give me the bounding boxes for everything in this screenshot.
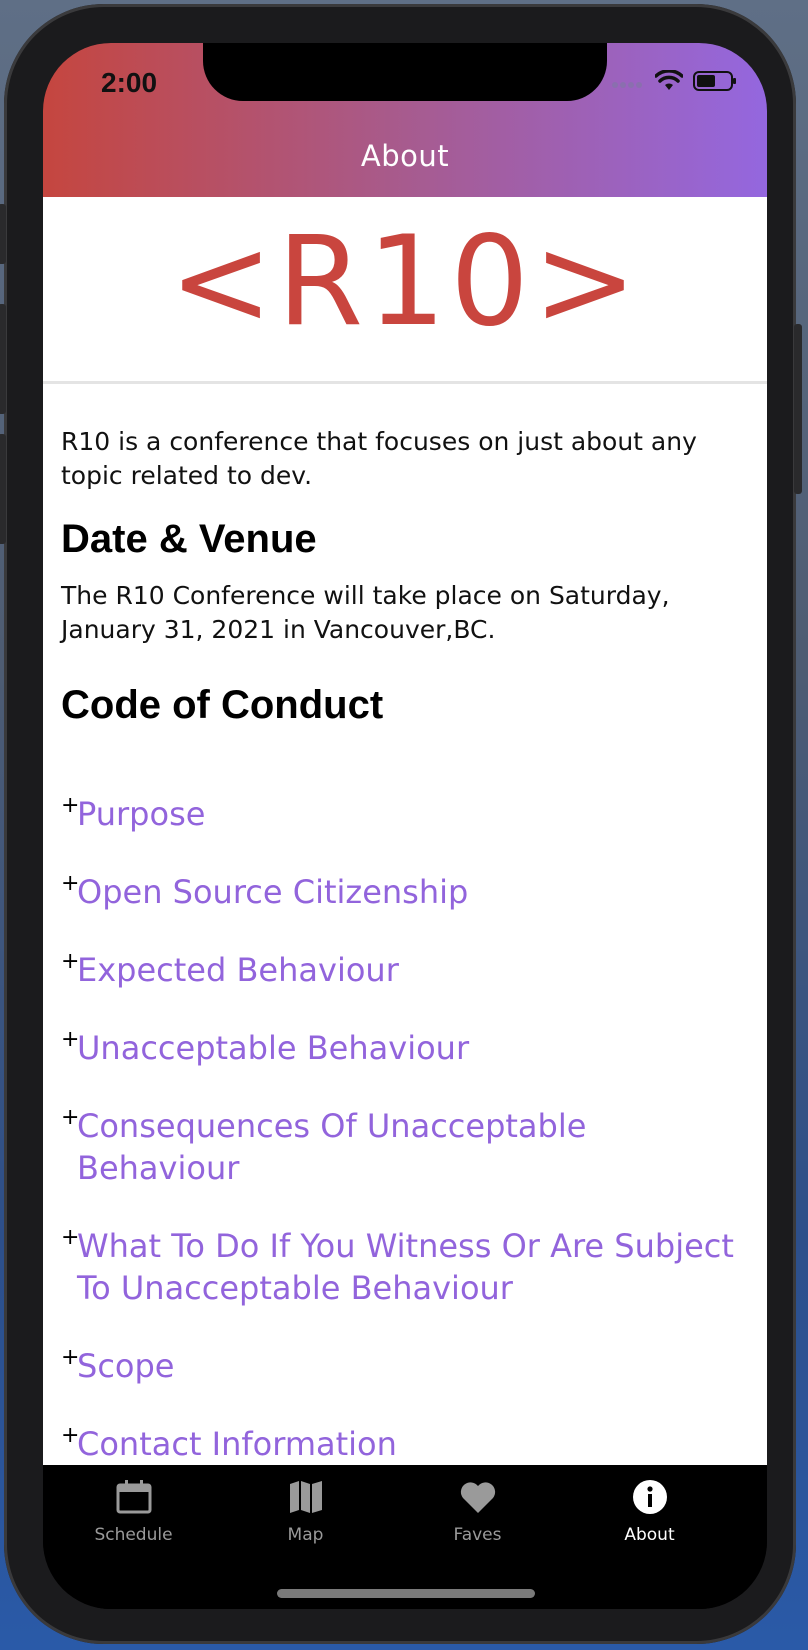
info-icon — [559, 1475, 740, 1519]
coc-item-open-source-citizenship[interactable]: + Open Source Citizenship — [61, 871, 751, 913]
tab-faves[interactable]: Faves — [387, 1475, 568, 1545]
expand-plus-icon: + — [61, 949, 80, 974]
coc-item-label: Consequences Of Unacceptable Behaviour — [77, 1107, 587, 1187]
screen: 2:00 About <R10> R10 is a conference tha… — [43, 43, 767, 1609]
device-frame: 2:00 About <R10> R10 is a conference tha… — [0, 4, 802, 1644]
coc-item-what-to-do[interactable]: + What To Do If You Witness Or Are Subje… — [61, 1225, 751, 1309]
tab-label: Map — [287, 1525, 324, 1545]
status-icons — [611, 69, 737, 96]
logo-divider — [43, 381, 767, 384]
expand-plus-icon: + — [61, 793, 80, 818]
battery-icon — [693, 70, 737, 96]
status-time: 2:00 — [101, 67, 158, 98]
volume-down-button — [0, 434, 6, 544]
intro-text: R10 is a conference that focuses on just… — [61, 427, 697, 490]
code-of-conduct-list: + Purpose + Open Source Citizenship + Ex… — [61, 793, 751, 1465]
expand-plus-icon: + — [61, 1345, 80, 1370]
coc-item-label: Scope — [77, 1347, 175, 1385]
expand-plus-icon: + — [61, 871, 80, 896]
tab-label: Schedule — [94, 1525, 173, 1545]
tab-schedule[interactable]: Schedule — [43, 1475, 224, 1545]
expand-plus-icon: + — [61, 1225, 80, 1250]
date-venue-text: The R10 Conference will take place on Sa… — [61, 581, 670, 644]
nav-header: 2:00 About — [43, 43, 767, 197]
coc-item-label: Contact Information — [77, 1425, 397, 1463]
power-button — [794, 324, 802, 494]
expand-plus-icon: + — [61, 1105, 80, 1130]
expand-plus-icon: + — [61, 1423, 80, 1448]
coc-item-scope[interactable]: + Scope — [61, 1345, 751, 1387]
logo-text: <R10> — [169, 210, 641, 354]
date-venue-heading: Date & Venue — [61, 517, 317, 561]
coc-item-label: Expected Behaviour — [77, 951, 399, 989]
wifi-icon — [654, 69, 684, 96]
coc-item-consequences[interactable]: + Consequences Of Unacceptable Behaviour — [61, 1105, 751, 1189]
notch — [203, 43, 607, 101]
coc-item-label: Purpose — [77, 795, 206, 833]
r10-logo: <R10> — [43, 197, 767, 375]
coc-item-label: Open Source Citizenship — [77, 873, 469, 911]
coc-item-purpose[interactable]: + Purpose — [61, 793, 751, 835]
home-indicator[interactable] — [277, 1589, 535, 1598]
coc-item-contact-information[interactable]: + Contact Information — [61, 1423, 751, 1465]
expand-plus-icon: + — [61, 1027, 80, 1052]
volume-up-button — [0, 304, 6, 414]
tab-map[interactable]: Map — [215, 1475, 396, 1545]
map-icon — [215, 1475, 396, 1519]
mute-switch — [0, 204, 6, 264]
code-of-conduct-heading: Code of Conduct — [61, 683, 384, 727]
calendar-icon — [43, 1475, 224, 1519]
coc-item-expected-behaviour[interactable]: + Expected Behaviour — [61, 949, 751, 991]
page-title: About — [360, 139, 450, 173]
tab-label: Faves — [453, 1525, 502, 1545]
tab-bar: Schedule Map Faves About — [43, 1465, 767, 1609]
tab-about[interactable]: About — [559, 1475, 740, 1545]
coc-item-label: Unacceptable Behaviour — [77, 1029, 470, 1067]
heart-icon — [387, 1475, 568, 1519]
coc-item-label: What To Do If You Witness Or Are Subject… — [77, 1227, 734, 1307]
coc-item-unacceptable-behaviour[interactable]: + Unacceptable Behaviour — [61, 1027, 751, 1069]
tab-label: About — [624, 1525, 675, 1545]
cellular-signal-icon — [611, 74, 645, 93]
about-content[interactable]: <R10> R10 is a conference that focuses o… — [43, 197, 767, 1465]
